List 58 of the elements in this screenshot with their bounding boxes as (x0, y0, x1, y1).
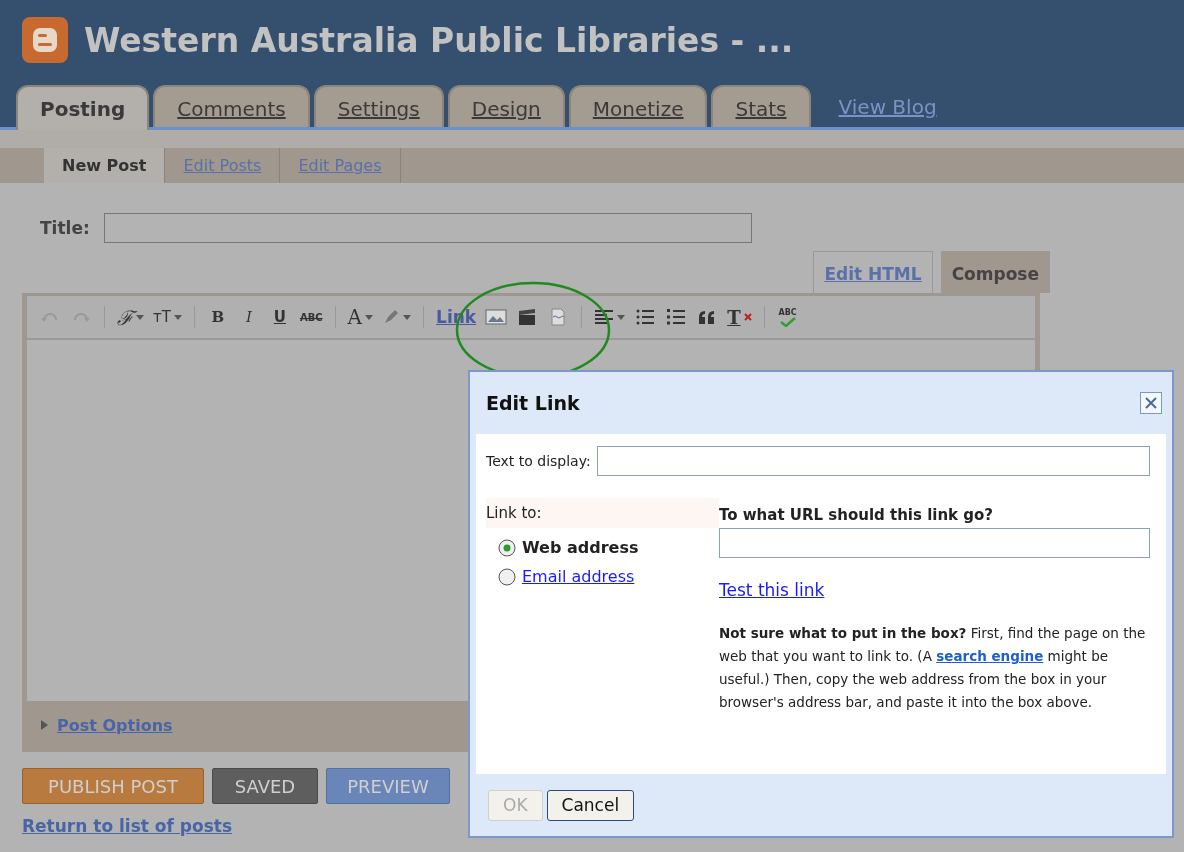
image-icon (485, 308, 508, 326)
preview-button[interactable]: PREVIEW (326, 768, 450, 804)
close-button[interactable] (1140, 392, 1162, 414)
logo-icon (22, 17, 68, 63)
text-to-display-label: Text to display: (486, 453, 591, 469)
title-field[interactable] (103, 213, 752, 243)
editor-mode-tab[interactable]: Edit HTML (813, 251, 933, 293)
text-color-button[interactable]: A (347, 304, 374, 330)
help-text: Not sure what to put in the box? First, find the page on the web that you want to link to. (A search engine might be useful.) Then, copy the web address from the box in your browser's address bar, and paste it into the box above. (719, 624, 1147, 712)
caret-icon (173, 314, 182, 320)
nav-tab[interactable]: Design (447, 85, 565, 127)
clapperboard-icon (517, 308, 538, 326)
nav-tab[interactable]: Settings (313, 85, 444, 127)
test-link[interactable]: Test this link (719, 580, 825, 600)
nav-tab[interactable]: Comments (153, 85, 310, 127)
spellcheck-button[interactable]: ABC (776, 304, 799, 330)
search-engine-link[interactable]: search engine (936, 648, 1044, 664)
nav-tab[interactable]: Monetize (568, 85, 708, 127)
font-button[interactable]: ℱ (117, 304, 144, 330)
bold-button[interactable]: B (206, 304, 229, 330)
close-icon (1144, 396, 1158, 410)
nav-tab[interactable]: Stats (711, 85, 811, 127)
remove-formatting-button[interactable]: T (727, 304, 752, 330)
sub-tab[interactable]: New Post (44, 148, 166, 183)
caret-icon (617, 314, 626, 320)
radio-button[interactable] (498, 567, 516, 586)
link-to-label: Link to: (486, 498, 719, 528)
title-label: Title: (40, 218, 90, 238)
checkmark-icon (779, 316, 796, 327)
return-link[interactable]: Return to list of posts (22, 816, 232, 836)
text-size-button[interactable]: тT (153, 304, 182, 330)
dialog-title: Edit Link (486, 392, 580, 414)
radio-button[interactable] (498, 538, 516, 557)
blog-title: Western Australia Public Libraries - ... (84, 20, 794, 60)
url-field[interactable] (719, 528, 1150, 558)
align-icon (594, 308, 615, 326)
url-label: To what URL should this link go? (719, 506, 995, 524)
caret-icon (403, 314, 412, 320)
text-to-display-field[interactable] (596, 446, 1150, 476)
link-type-option[interactable]: Web address (498, 538, 719, 557)
expand-arrow-icon[interactable] (40, 719, 49, 731)
strikethrough-button[interactable]: ABC (299, 304, 323, 330)
link-type-option[interactable]: Email address (498, 567, 719, 586)
editor-mode-tab[interactable]: Compose (940, 251, 1050, 293)
page-break-icon (549, 308, 568, 326)
pen-icon (382, 308, 401, 326)
nav-tab[interactable]: Posting (16, 85, 150, 130)
caret-icon (136, 314, 144, 320)
caret-icon (365, 314, 374, 320)
publish-button[interactable]: PUBLISH POST (22, 768, 204, 804)
cancel-button[interactable]: Cancel (546, 789, 635, 821)
saved-button[interactable]: SAVED (212, 768, 318, 804)
x-mark-icon (743, 313, 752, 321)
italic-button[interactable]: I (237, 304, 260, 330)
underline-button[interactable]: U (268, 304, 291, 330)
bullet-list-icon (666, 308, 687, 326)
view-blog-link[interactable]: View Blog (814, 95, 937, 127)
numbered-list-icon (635, 308, 656, 326)
